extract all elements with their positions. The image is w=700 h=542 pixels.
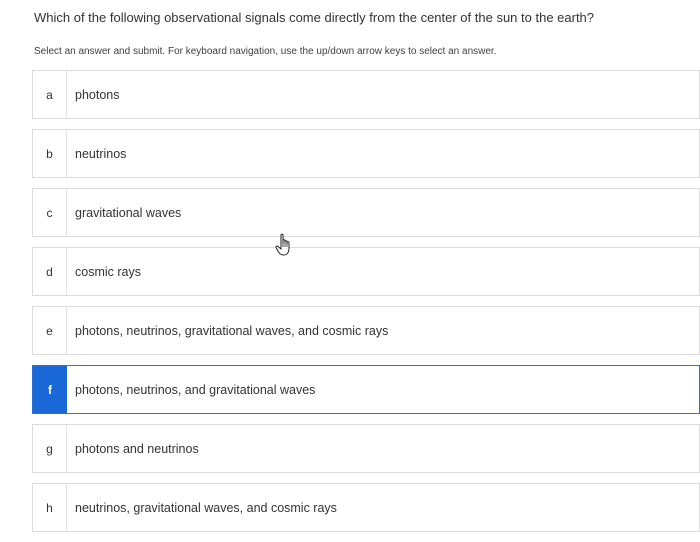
answer-option-d[interactable]: d cosmic rays <box>32 247 700 296</box>
option-letter: e <box>33 307 67 354</box>
answer-option-g[interactable]: g photons and neutrinos <box>32 424 700 473</box>
option-text: gravitational waves <box>75 205 182 220</box>
answer-option-c[interactable]: c gravitational waves <box>32 188 700 237</box>
option-text: neutrinos <box>75 146 127 161</box>
answer-option-a[interactable]: a photons <box>32 70 700 119</box>
option-text: cosmic rays <box>75 264 141 279</box>
answer-option-e[interactable]: e photons, neutrinos, gravitational wave… <box>32 306 700 355</box>
option-letter: g <box>33 425 67 472</box>
option-letter: c <box>33 189 67 236</box>
instructions-text: Select an answer and submit. For keyboar… <box>34 46 497 57</box>
option-text: photons <box>75 87 120 102</box>
option-letter: d <box>33 248 67 295</box>
option-text: neutrinos, gravitational waves, and cosm… <box>75 500 337 515</box>
answer-option-f[interactable]: f photons, neutrinos, and gravitational … <box>32 365 700 414</box>
option-letter: f <box>33 366 67 413</box>
option-letter: b <box>33 130 67 177</box>
hand-pointer-icon <box>275 233 290 256</box>
answer-option-b[interactable]: b neutrinos <box>32 129 700 178</box>
option-text: photons and neutrinos <box>75 441 199 456</box>
question-text: Which of the following observational sig… <box>34 10 595 25</box>
option-text: photons, neutrinos, and gravitational wa… <box>75 382 316 397</box>
option-letter: a <box>33 71 67 118</box>
answer-options-list: a photons b neutrinos c gravitational wa… <box>32 70 700 542</box>
option-letter: h <box>33 484 67 531</box>
answer-option-h[interactable]: h neutrinos, gravitational waves, and co… <box>32 483 700 532</box>
option-text: photons, neutrinos, gravitational waves,… <box>75 323 389 338</box>
